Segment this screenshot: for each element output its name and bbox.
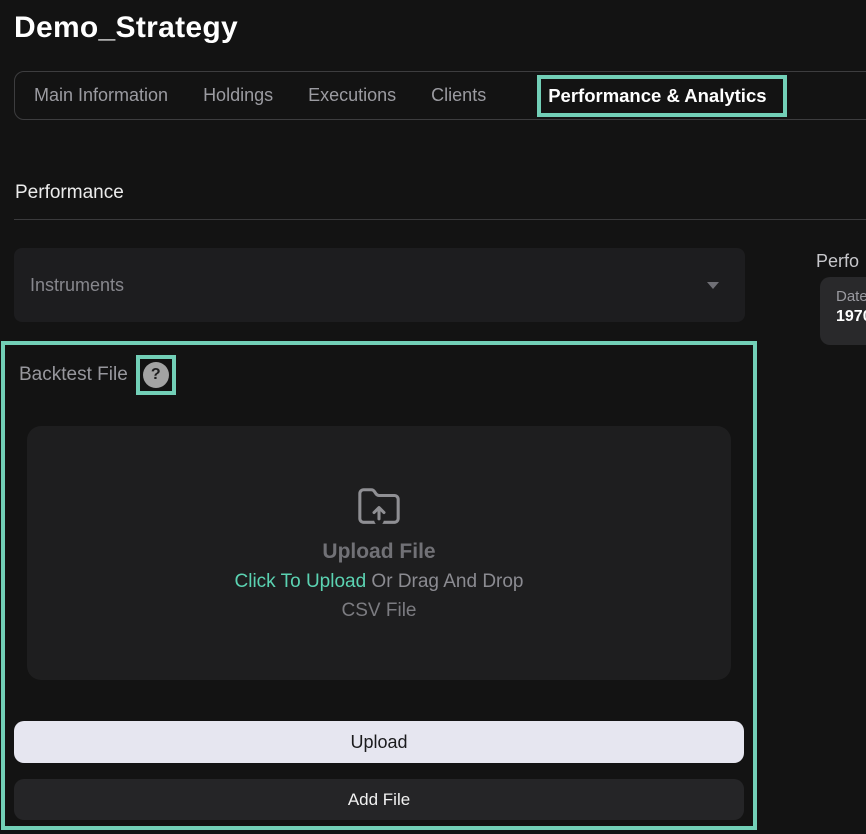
add-file-button[interactable]: Add File	[14, 779, 744, 820]
dropzone-hint: Click To Upload Or Drag And Drop	[235, 571, 524, 593]
tab-bar: Main Information Holdings Executions Cli…	[14, 71, 866, 120]
backtest-label-row: Backtest File ?	[19, 355, 744, 395]
tab-clients[interactable]: Clients	[431, 85, 486, 106]
file-dropzone[interactable]: Upload File Click To Upload Or Drag And …	[27, 426, 731, 680]
click-to-upload-link[interactable]: Click To Upload	[235, 571, 367, 592]
dropzone-file-type: CSV File	[342, 600, 417, 622]
dropzone-hint-rest: Or Drag And Drop	[366, 571, 523, 592]
dropzone-title: Upload File	[322, 540, 435, 564]
tab-performance-analytics[interactable]: Performance & Analytics	[537, 75, 786, 117]
date-label: Date	[836, 288, 866, 305]
tab-holdings[interactable]: Holdings	[203, 85, 273, 106]
side-panel-label: Perfo	[816, 251, 859, 272]
date-card[interactable]: Date 1970	[820, 277, 866, 345]
instruments-select[interactable]: Instruments	[14, 248, 745, 322]
question-mark-icon: ?	[143, 362, 169, 388]
strategy-page: Demo_Strategy Main Information Holdings …	[0, 0, 866, 834]
performance-section-heading: Performance	[15, 182, 124, 204]
backtest-file-section: Backtest File ? Upload File Click To Upl…	[1, 341, 757, 830]
upload-button[interactable]: Upload	[14, 721, 744, 763]
tab-executions[interactable]: Executions	[308, 85, 396, 106]
tab-main-information[interactable]: Main Information	[34, 85, 168, 106]
page-title: Demo_Strategy	[14, 11, 238, 45]
backtest-file-label: Backtest File	[19, 364, 128, 386]
section-divider	[14, 219, 866, 220]
folder-upload-icon	[356, 484, 402, 530]
date-value: 1970	[836, 308, 866, 326]
instruments-placeholder: Instruments	[30, 275, 707, 296]
chevron-down-icon	[707, 282, 719, 289]
help-button[interactable]: ?	[136, 355, 176, 395]
